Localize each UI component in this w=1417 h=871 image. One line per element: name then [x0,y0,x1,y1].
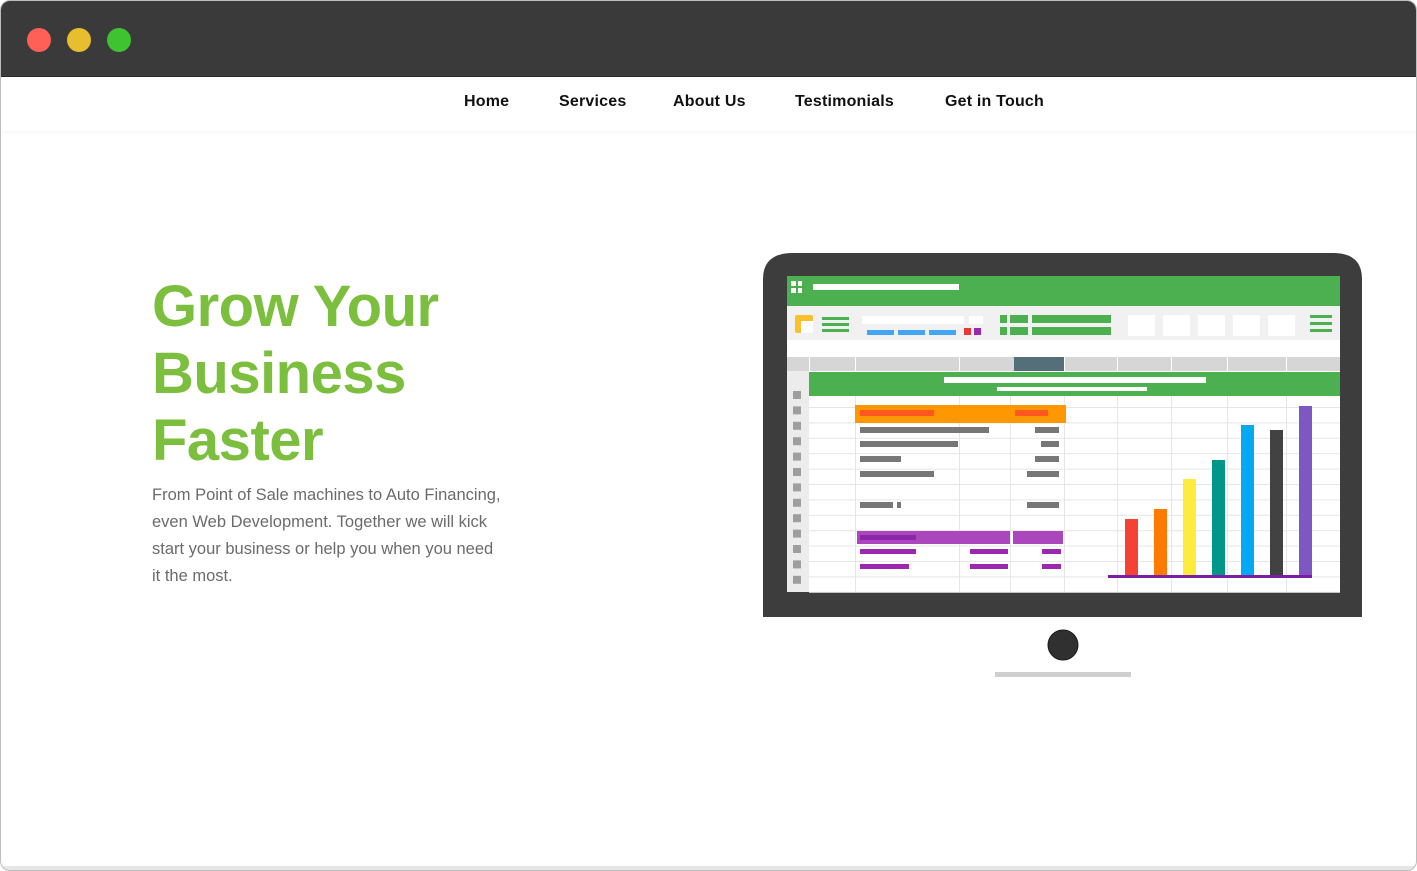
maximize-window-button[interactable] [107,28,131,52]
chart-bar-6 [1270,430,1283,575]
sheet-title-row [809,372,1340,396]
main-navigation: Home Services About Us Testimonials Get … [1,77,1416,131]
nav-services-link[interactable]: Services [559,93,626,111]
hero-title-line-1: Grow Your [152,274,439,339]
close-window-button[interactable] [27,28,51,52]
chart-bar-1 [1125,519,1138,575]
chart-baseline [1108,575,1312,578]
window-bottom-edge [1,866,1416,870]
spreadsheet-monitor-illustration [763,251,1363,696]
row-header-column [787,371,809,592]
hero-title: Grow Your Business Faster [152,273,572,474]
nav-testimonials-link[interactable]: Testimonials [795,93,894,111]
chart-bar-5 [1241,425,1254,575]
window-titlebar [1,1,1416,77]
chart-bar-2 [1154,509,1167,575]
browser-window: Home Services About Us Testimonials Get … [0,0,1417,871]
minimize-window-button[interactable] [67,28,91,52]
chart-bar-7 [1299,406,1312,575]
nav-home-link[interactable]: Home [464,93,509,111]
app-header-bar [787,276,1340,306]
hero-title-line-2: Business [152,341,406,406]
chart-bar-3 [1183,479,1196,575]
monitor-stand-base [995,672,1131,677]
monitor-button [1047,629,1079,661]
hero-description: From Point of Sale machines to Auto Fina… [152,486,501,585]
chart-bar-4 [1212,460,1225,575]
nav-about-us-link[interactable]: About Us [673,93,746,111]
monitor-icon [763,253,1362,677]
hero-title-line-3: Faster [152,408,324,473]
nav-get-in-touch-link[interactable]: Get in Touch [945,93,1044,111]
